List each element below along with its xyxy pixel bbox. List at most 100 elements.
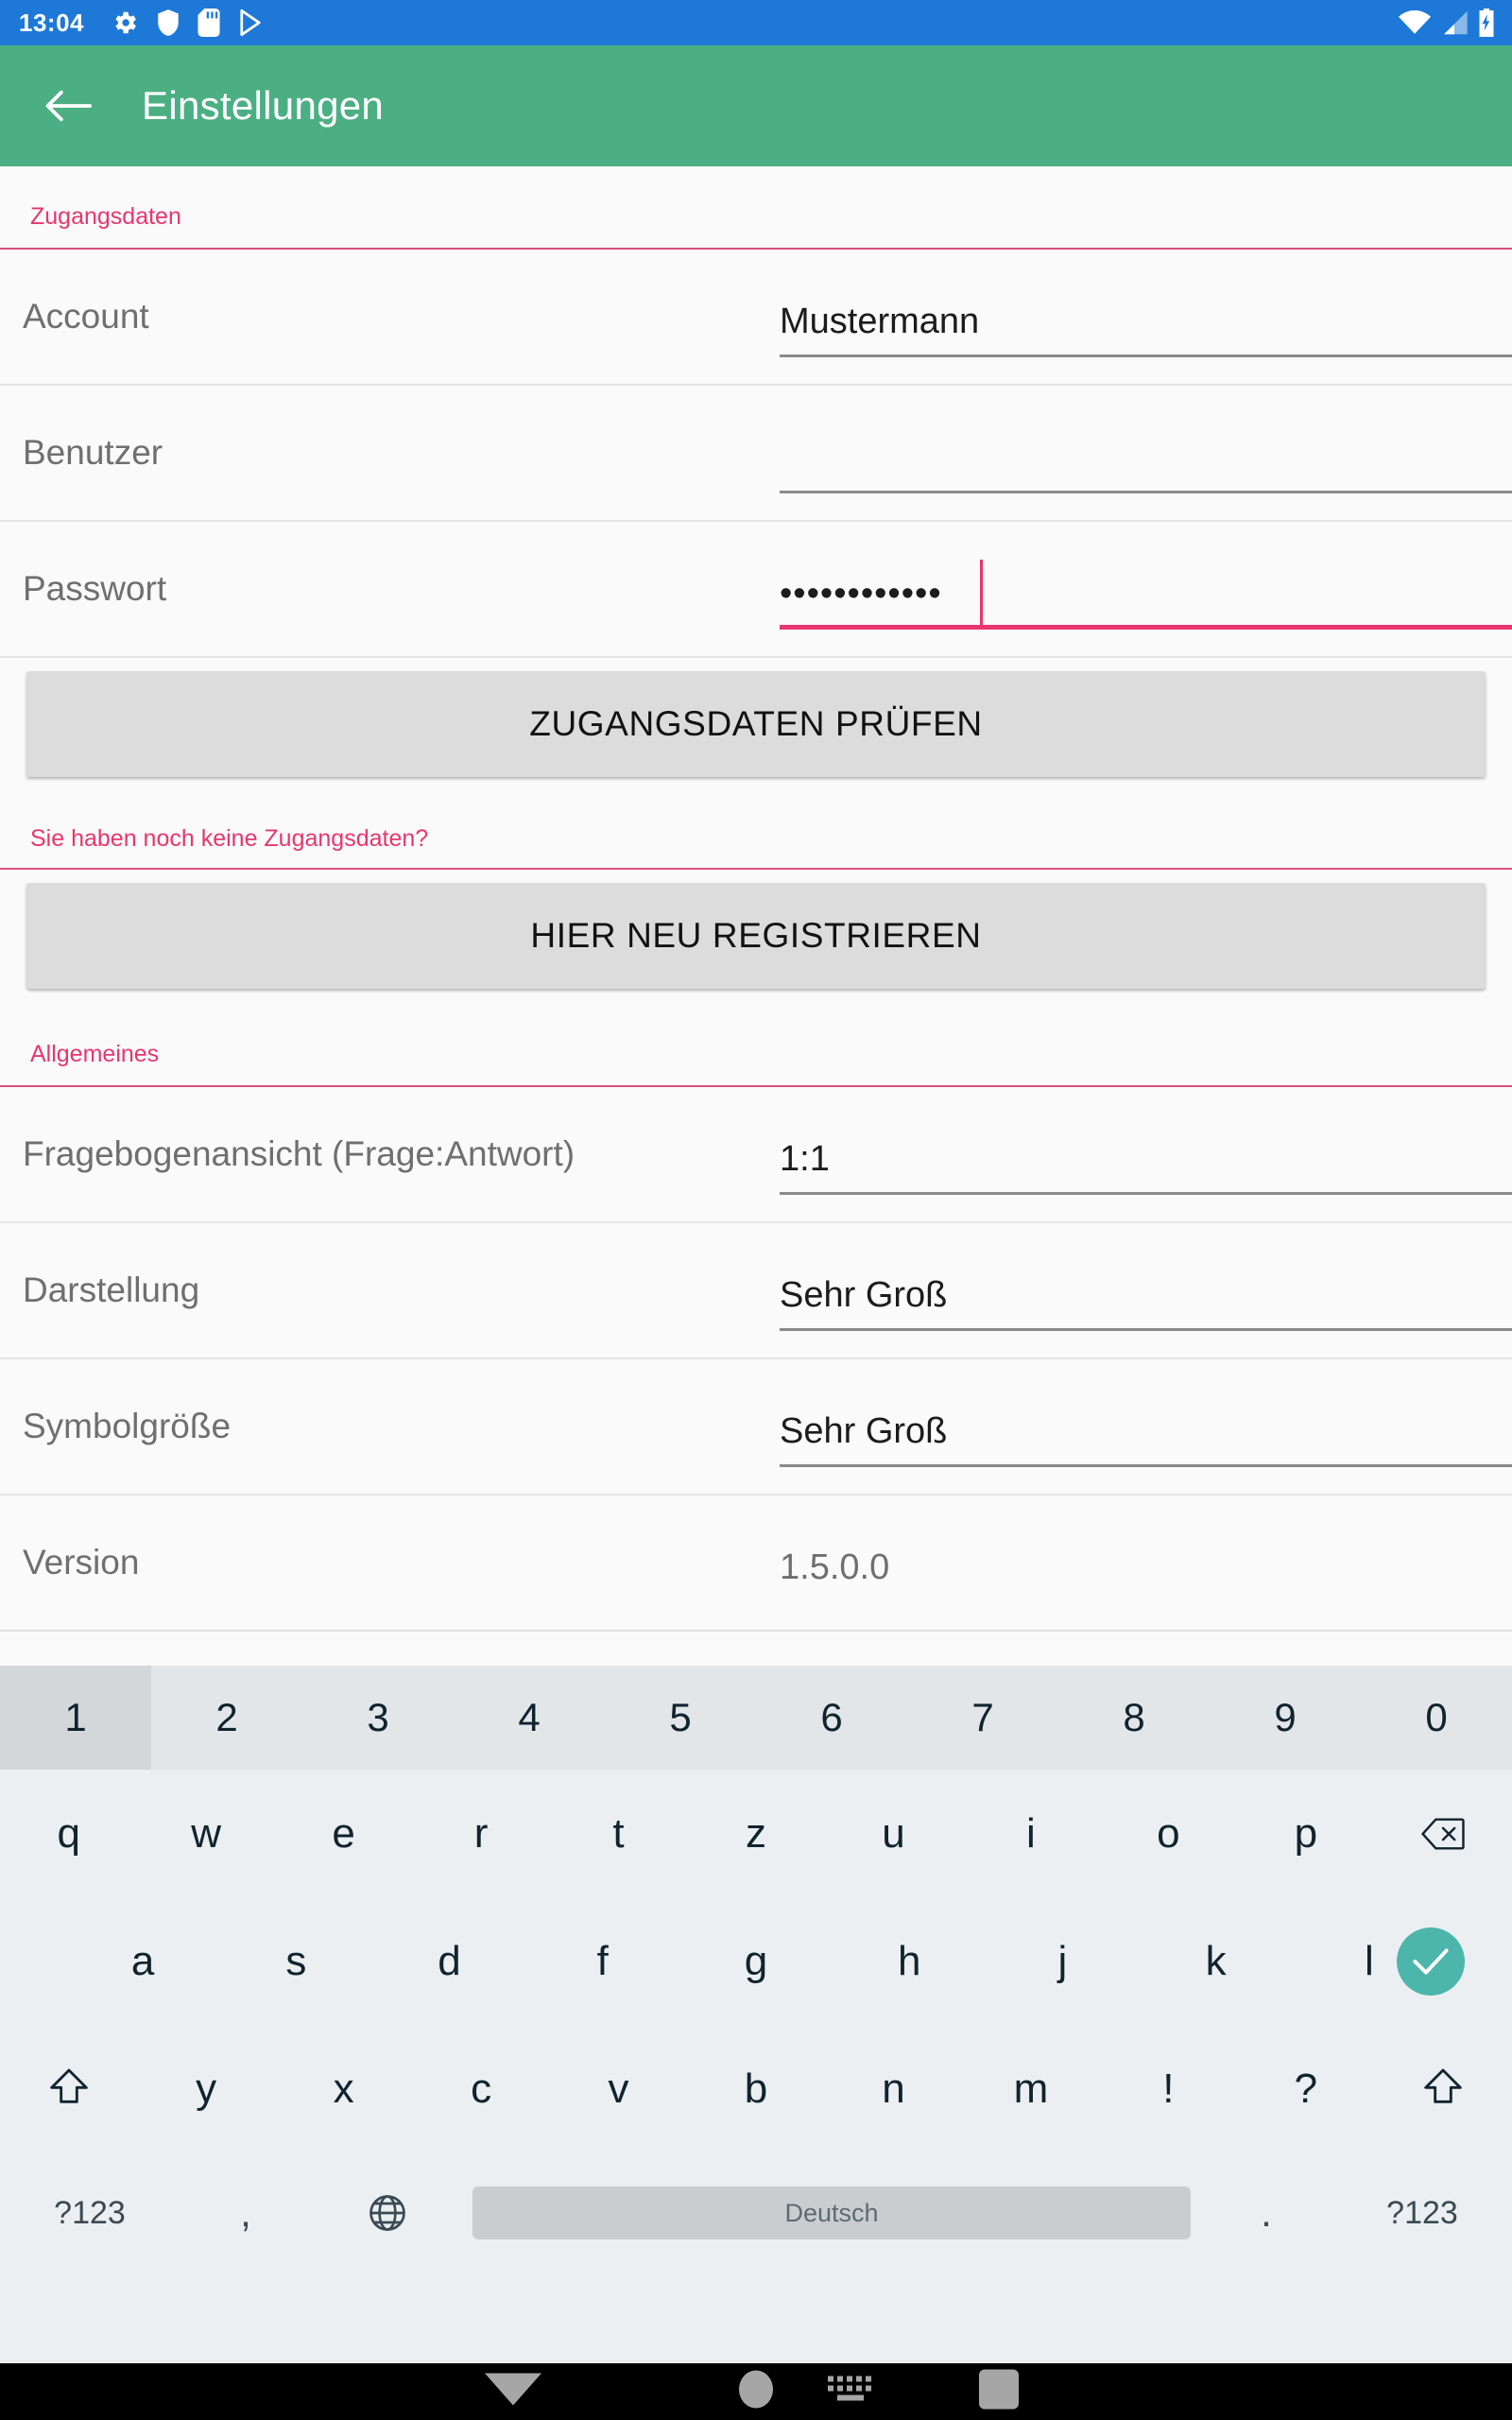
key-6[interactable]: 6 bbox=[756, 1666, 907, 1770]
check-credentials-button[interactable]: ZUGANGSDATEN PRÜFEN bbox=[26, 671, 1486, 777]
passwort-label: Passwort bbox=[23, 569, 167, 608]
passwort-underline-focused bbox=[780, 625, 1512, 630]
symbolgroesse-underline bbox=[780, 1464, 1512, 1467]
key-5[interactable]: 5 bbox=[605, 1666, 756, 1770]
key-o[interactable]: o bbox=[1100, 1770, 1237, 1897]
key-exclamation[interactable]: ! bbox=[1100, 2025, 1237, 2152]
wifi-icon bbox=[1399, 9, 1431, 36]
key-u[interactable]: u bbox=[825, 1770, 962, 1897]
key-e[interactable]: e bbox=[275, 1770, 412, 1897]
key-j[interactable]: j bbox=[986, 1897, 1139, 2025]
version-label: Version bbox=[23, 1543, 140, 1582]
symbols-key-right[interactable]: ?123 bbox=[1332, 2195, 1512, 2232]
key-3[interactable]: 3 bbox=[302, 1666, 454, 1770]
register-hint: Sie haben noch keine Zugangsdaten? bbox=[0, 792, 1512, 870]
key-w[interactable]: w bbox=[137, 1770, 274, 1897]
keyboard-icon[interactable] bbox=[826, 2375, 879, 2410]
key-x[interactable]: x bbox=[275, 2025, 412, 2152]
settings-row-account[interactable]: Account Mustermann bbox=[0, 250, 1512, 386]
key-d[interactable]: d bbox=[372, 1897, 525, 2025]
key-question[interactable]: ? bbox=[1237, 2025, 1374, 2152]
text-cursor bbox=[980, 560, 983, 626]
key-v[interactable]: v bbox=[550, 2025, 687, 2152]
settings-row-version: Version 1.5.0.0 bbox=[0, 1495, 1512, 1632]
key-f[interactable]: f bbox=[526, 1897, 679, 2025]
section-header-general-label: Allgemeines bbox=[30, 1041, 160, 1067]
key-1[interactable]: 1 bbox=[0, 1666, 151, 1770]
sd-card-icon bbox=[198, 9, 220, 37]
play-store-icon bbox=[237, 9, 264, 37]
key-i[interactable]: i bbox=[962, 1770, 1099, 1897]
key-r[interactable]: r bbox=[412, 1770, 549, 1897]
section-header-credentials-label: Zugangsdaten bbox=[30, 203, 181, 230]
recents-square-icon[interactable] bbox=[979, 2369, 1019, 2414]
keyboard-row-a: a s d f g h j k l bbox=[0, 1897, 1512, 2025]
enter-check-icon[interactable] bbox=[1397, 1927, 1465, 1996]
app-bar: Einstellungen bbox=[0, 45, 1512, 166]
key-b[interactable]: b bbox=[687, 2025, 824, 2152]
page-title: Einstellungen bbox=[142, 83, 385, 128]
status-bar-system-icons bbox=[1399, 0, 1495, 45]
key-g[interactable]: g bbox=[679, 1897, 833, 2025]
passwort-field[interactable]: •••••••••••• bbox=[780, 548, 1512, 630]
darstellung-field[interactable]: Sehr Groß bbox=[780, 1250, 1512, 1331]
settings-row-symbolgroesse[interactable]: Symbolgröße Sehr Groß bbox=[0, 1359, 1512, 1495]
symbols-key-left[interactable]: ?123 bbox=[0, 2195, 180, 2232]
account-underline bbox=[780, 354, 1512, 357]
status-bar-notification-icons bbox=[111, 9, 264, 37]
settings-row-passwort[interactable]: Passwort •••••••••••• bbox=[0, 522, 1512, 658]
key-s[interactable]: s bbox=[219, 1897, 372, 2025]
keyboard-row-z: y x c v b n m ! ? bbox=[0, 2025, 1512, 2152]
keyboard-row-q: q w e r t z u i o p bbox=[0, 1770, 1512, 1897]
key-n[interactable]: n bbox=[825, 2025, 962, 2152]
account-field[interactable]: Mustermann bbox=[780, 276, 1512, 357]
symbolgroesse-field[interactable]: Sehr Groß bbox=[780, 1386, 1512, 1467]
battery-charging-icon bbox=[1478, 9, 1495, 37]
benutzer-field[interactable] bbox=[780, 412, 1512, 493]
key-t[interactable]: t bbox=[550, 1770, 687, 1897]
on-screen-keyboard: 1 2 3 4 5 6 7 8 9 0 q w e r t z u i o p bbox=[0, 1666, 1512, 2363]
key-8[interactable]: 8 bbox=[1058, 1666, 1210, 1770]
symbolgroesse-value: Sehr Groß bbox=[780, 1411, 948, 1451]
key-period[interactable]: . bbox=[1200, 2190, 1332, 2236]
shift-icon-right[interactable] bbox=[1375, 2025, 1512, 2152]
key-c[interactable]: c bbox=[412, 2025, 549, 2152]
fragebogenansicht-field[interactable]: 1:1 bbox=[780, 1114, 1512, 1195]
key-4[interactable]: 4 bbox=[454, 1666, 605, 1770]
key-z[interactable]: z bbox=[687, 1770, 824, 1897]
passwort-value: •••••••••••• bbox=[780, 574, 942, 614]
register-button[interactable]: HIER NEU REGISTRIEREN bbox=[26, 883, 1486, 989]
backspace-icon[interactable] bbox=[1375, 1770, 1512, 1897]
key-2[interactable]: 2 bbox=[151, 1666, 302, 1770]
globe-icon[interactable] bbox=[312, 2194, 463, 2232]
key-a[interactable]: a bbox=[66, 1897, 219, 2025]
key-m[interactable]: m bbox=[962, 2025, 1099, 2152]
key-0[interactable]: 0 bbox=[1361, 1666, 1512, 1770]
android-screen: 13:04 Einstellungen Zugangsdaten Account… bbox=[0, 0, 1512, 2420]
key-h[interactable]: h bbox=[833, 1897, 986, 2025]
darstellung-value: Sehr Groß bbox=[780, 1275, 948, 1315]
section-header-credentials: Zugangsdaten bbox=[0, 166, 1512, 250]
key-y[interactable]: y bbox=[137, 2025, 274, 2152]
key-9[interactable]: 9 bbox=[1210, 1666, 1361, 1770]
settings-row-benutzer[interactable]: Benutzer bbox=[0, 386, 1512, 522]
status-bar: 13:04 bbox=[0, 0, 1512, 45]
gear-icon bbox=[111, 9, 139, 37]
register-button-wrap: HIER NEU REGISTRIEREN bbox=[0, 870, 1512, 1004]
fragebogenansicht-underline bbox=[780, 1192, 1512, 1195]
spacebar[interactable]: Deutsch bbox=[472, 2187, 1191, 2239]
key-7[interactable]: 7 bbox=[907, 1666, 1058, 1770]
settings-row-darstellung[interactable]: Darstellung Sehr Groß bbox=[0, 1223, 1512, 1359]
home-circle-icon[interactable] bbox=[739, 2370, 773, 2413]
settings-content: Zugangsdaten Account Mustermann Benutzer… bbox=[0, 166, 1512, 1666]
back-down-triangle-icon[interactable] bbox=[485, 2373, 541, 2411]
key-p[interactable]: p bbox=[1237, 1770, 1374, 1897]
back-arrow-icon[interactable] bbox=[40, 78, 96, 134]
settings-row-fragebogenansicht[interactable]: Fragebogenansicht (Frage:Antwort) 1:1 bbox=[0, 1087, 1512, 1223]
shift-icon-left[interactable] bbox=[0, 2025, 137, 2152]
key-k[interactable]: k bbox=[1140, 1897, 1293, 2025]
key-q[interactable]: q bbox=[0, 1770, 137, 1897]
benutzer-label: Benutzer bbox=[23, 433, 163, 472]
key-comma[interactable]: , bbox=[180, 2190, 312, 2236]
navigation-bar bbox=[0, 2363, 1512, 2420]
